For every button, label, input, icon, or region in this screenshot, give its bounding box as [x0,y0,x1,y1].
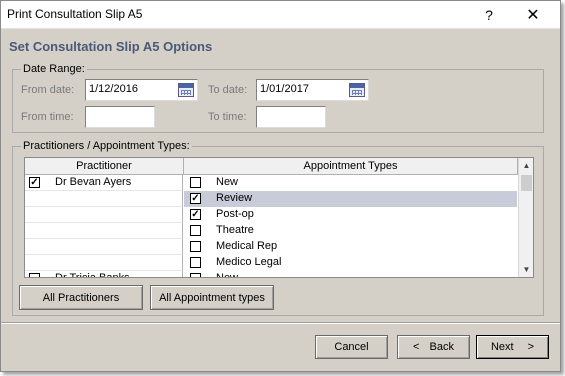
to-time-field[interactable] [256,106,326,128]
close-button[interactable]: ✕ [513,1,553,29]
appointment-type-row[interactable]: New [184,271,517,278]
from-time-label: From time: [21,111,74,123]
date-range-legend: Date Range: [21,63,87,75]
back-button[interactable]: < Back [397,335,470,359]
appointment-type-checkbox[interactable]: ✓ [190,209,201,220]
column-header-practitioner[interactable]: Practitioner [25,158,184,175]
from-date-label: From date: [21,84,75,96]
practitioner-cell [25,207,183,223]
appointment-type-checkbox[interactable] [190,257,201,268]
appointment-type-checkbox[interactable] [190,177,201,188]
from-date-field[interactable]: 1/12/2016 [85,79,198,101]
calendar-icon[interactable] [349,83,365,97]
appointment-type-label: Medico Legal [216,256,282,268]
appointment-type-label: Medical Rep [216,240,278,252]
next-arrow-icon: > [527,341,535,353]
from-date-value: 1/12/2016 [89,83,138,95]
footer-divider [1,322,560,324]
practitioner-checkbox[interactable]: ✓ [29,177,40,188]
practitioner-name: Dr Bevan Ayers [55,176,132,188]
window-title: Print Consultation Slip A5 [7,7,143,21]
practitioner-checkbox[interactable] [29,273,40,277]
next-button[interactable]: Next > [476,335,549,359]
to-time-label: To time: [208,111,247,123]
cancel-button[interactable]: Cancel [315,335,388,359]
to-date-label: To date: [208,84,248,96]
from-time-field[interactable] [85,106,155,128]
appointment-type-label: New [216,176,239,188]
column-header-appointment-types[interactable]: Appointment Types [184,158,518,175]
practitioner-cell [25,255,183,271]
scroll-up-arrow-icon[interactable]: ▲ [519,158,533,173]
practitioner-cell: Dr Tricia Banks [25,271,183,278]
all-appointment-types-button[interactable]: All Appointment types [150,285,274,310]
page-title: Set Consultation Slip A5 Options [9,39,213,54]
appointment-type-label: Theatre [216,224,254,236]
practitioner-type-grid: Practitioner Appointment Types ✓ Dr Bevan… [24,157,534,278]
appointment-type-row[interactable]: Medical Rep [184,239,517,255]
to-date-value: 1/01/2017 [260,83,309,95]
appointment-type-checkbox[interactable] [190,225,201,236]
vertical-scrollbar[interactable]: ▲ ▼ [518,158,533,277]
print-dialog: Print Consultation Slip A5 ? ✕ Set Consu… [0,0,561,372]
practitioner-cell [25,239,183,255]
practitioner-cell [25,223,183,239]
calendar-icon[interactable] [178,83,194,97]
appointment-type-checkbox[interactable]: ✓ [190,193,201,204]
appointment-type-label: New [216,272,239,278]
scroll-thumb[interactable] [521,175,532,191]
all-practitioners-button[interactable]: All Practitioners [19,285,143,310]
appointment-type-row[interactable]: Theatre [184,223,517,239]
cancel-label: Cancel [334,341,369,353]
practitioners-legend: Practitioners / Appointment Types: [21,140,192,152]
scroll-down-arrow-icon[interactable]: ▼ [519,262,533,277]
appointment-type-row[interactable]: ✓ Post-op [184,207,517,223]
appointment-type-label: Review [216,192,253,204]
practitioner-name: Dr Tricia Banks [55,272,130,278]
appointment-type-label: Post-op [216,208,254,220]
appointment-type-row[interactable]: Medico Legal [184,255,517,271]
appointment-type-checkbox[interactable] [190,241,201,252]
appointment-type-row[interactable]: ✓ Review [184,191,517,207]
back-label: Back [429,341,454,353]
practitioner-cell: ✓ Dr Bevan Ayers [25,175,183,191]
practitioner-cell [25,191,183,207]
back-arrow-icon: < [413,341,420,353]
appointment-type-row[interactable]: New [184,175,517,191]
title-bar: Print Consultation Slip A5 ? ✕ [1,1,560,29]
help-button[interactable]: ? [469,1,509,29]
to-date-field[interactable]: 1/01/2017 [256,79,369,101]
appointment-type-checkbox[interactable] [190,273,201,277]
next-label: Next [490,341,514,353]
